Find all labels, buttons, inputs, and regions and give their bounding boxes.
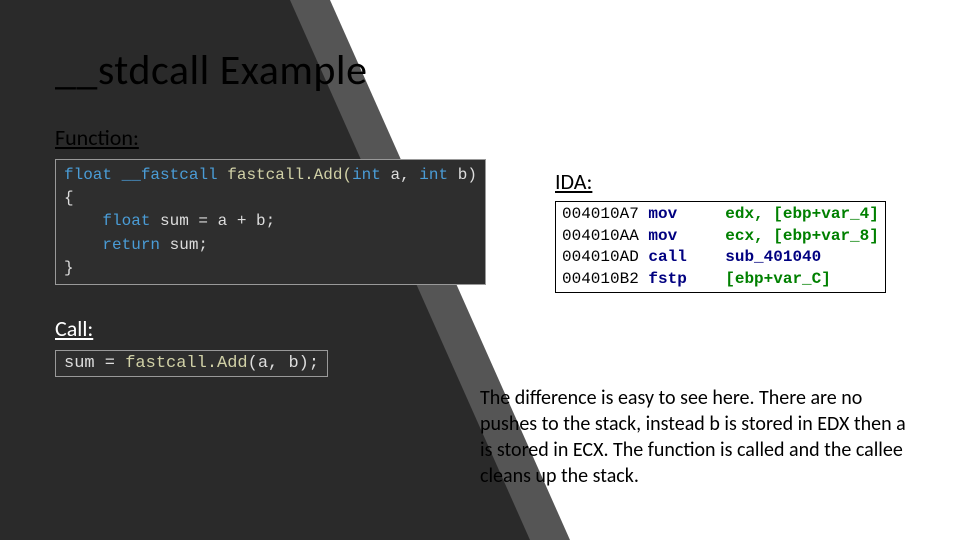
code-token: sum; — [160, 236, 208, 254]
slide-title: __stdcall Example — [55, 45, 910, 96]
call-code-box: sum = fastcall.Add(a, b); — [55, 350, 328, 377]
code-token: b) — [448, 166, 477, 184]
explanation-paragraph: The difference is easy to see here. Ther… — [480, 385, 920, 489]
function-label: Function: — [55, 124, 910, 151]
code-token: a, — [381, 166, 419, 184]
code-token: return — [102, 236, 160, 254]
code-token: __fastcall — [122, 166, 218, 184]
code-token — [64, 212, 102, 230]
code-token: sum = — [64, 354, 125, 373]
code-token: int — [352, 166, 381, 184]
code-token: sum = a + b; — [150, 212, 275, 230]
code-token: (a, b); — [248, 354, 319, 373]
code-token: { — [64, 189, 74, 207]
code-token: } — [64, 259, 74, 277]
function-code-box: float __fastcall fastcall.Add(int a, int… — [55, 159, 486, 285]
code-token: fastcall.Add — [125, 354, 247, 373]
code-token — [64, 236, 102, 254]
call-section: Call: sum = fastcall.Add(a, b); — [55, 315, 910, 377]
code-token: fastcall.Add( — [227, 166, 352, 184]
code-token: float — [102, 212, 150, 230]
call-label: Call: — [55, 315, 910, 342]
code-token: float — [64, 166, 112, 184]
function-section: Function: float __fastcall fastcall.Add(… — [55, 124, 910, 377]
code-token: int — [419, 166, 448, 184]
